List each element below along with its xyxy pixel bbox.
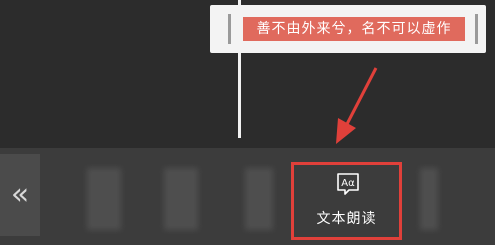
bottom-toolbar: « Aα 文本朗读: [0, 148, 495, 245]
selected-text: 善不由外来兮，名不可以虚作: [256, 21, 452, 37]
screen: 善不由外来兮，名不可以虚作 « Aα 文本朗读: [0, 0, 495, 245]
read-aloud-label: 文本朗读: [316, 211, 377, 227]
collapse-toolbar-button[interactable]: «: [0, 154, 40, 236]
toolbar-item-blurred[interactable]: [245, 168, 273, 230]
selected-text-highlight[interactable]: 善不由外来兮，名不可以虚作: [243, 17, 465, 41]
read-aloud-icon-glyph: Aα: [341, 178, 355, 189]
read-aloud-button[interactable]: Aα 文本朗读: [291, 162, 402, 240]
toolbar-item-blurred[interactable]: [87, 168, 121, 230]
text-read-aloud-icon: Aα: [337, 173, 359, 195]
selection-handle-left[interactable]: [228, 14, 231, 44]
toolbar-item-blurred[interactable]: [164, 168, 198, 230]
selection-handle-right[interactable]: [475, 14, 478, 44]
selection-popup: 善不由外来兮，名不可以虚作: [210, 5, 486, 53]
toolbar-item-blurred[interactable]: [420, 168, 438, 230]
double-chevron-left-icon: «: [10, 177, 30, 212]
